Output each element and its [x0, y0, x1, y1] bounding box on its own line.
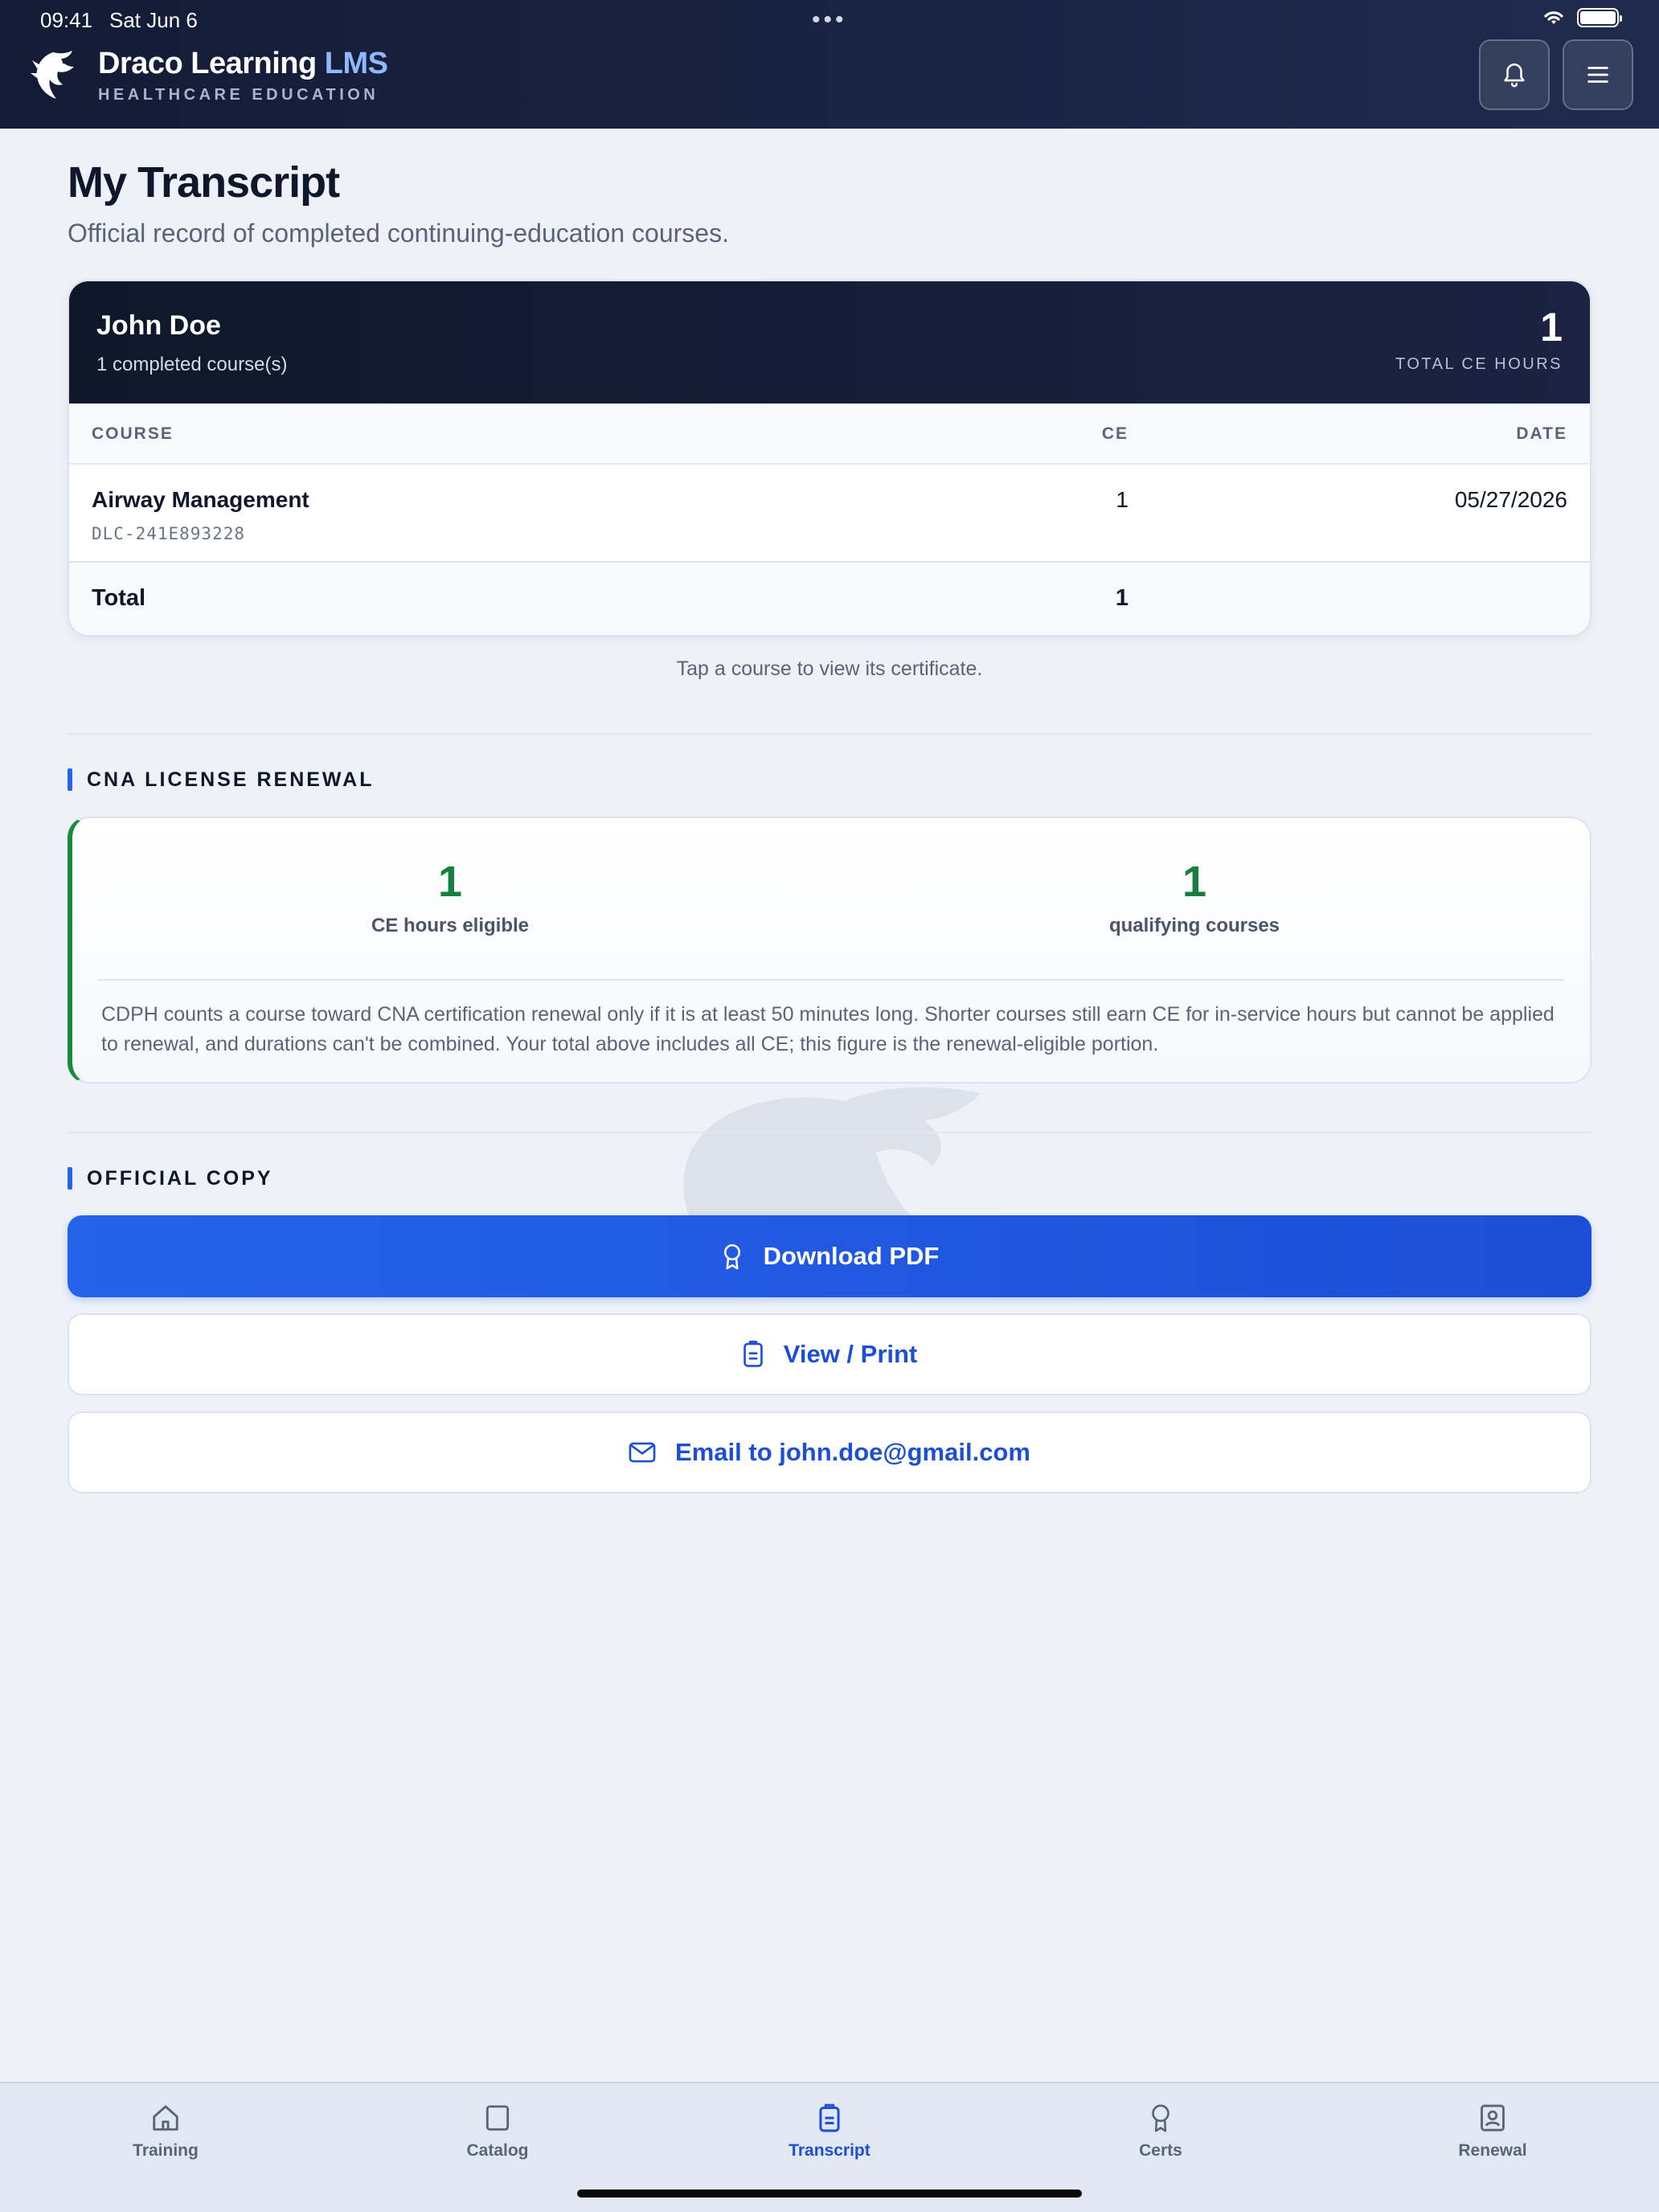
- bell-icon: [1504, 63, 1525, 88]
- email-label: Email to john.doe@gmail.com: [675, 1438, 1030, 1466]
- renewal-divider: [98, 979, 1564, 981]
- battery-icon: [1577, 8, 1622, 27]
- page-subtitle: Official record of completed continuing-…: [68, 219, 729, 248]
- view-print-button[interactable]: View / Print: [68, 1313, 1591, 1395]
- column-ce: CE: [1101, 424, 1129, 443]
- tab-certs[interactable]: Certs: [1080, 2103, 1241, 2161]
- certificate-hint: Tap a course to view its certificate.: [676, 657, 983, 680]
- notifications-button[interactable]: [1479, 39, 1550, 110]
- eligible-hours-value: 1: [437, 858, 463, 906]
- award-icon: [723, 1244, 740, 1270]
- course-date: 05/27/2026: [1454, 487, 1567, 512]
- total-value: 1: [1115, 585, 1129, 611]
- menu-icon: [1587, 67, 1608, 83]
- catalog-icon: [485, 2105, 510, 2131]
- clipboard-icon: [743, 1341, 763, 1367]
- completed-count: 1 completed course(s): [96, 354, 288, 375]
- total-ce-hours: 1: [1540, 305, 1563, 350]
- download-pdf-button[interactable]: Download PDF: [68, 1215, 1591, 1297]
- menu-button[interactable]: [1563, 39, 1633, 110]
- page-title: My Transcript: [68, 158, 340, 207]
- tab-label: Catalog: [466, 2141, 529, 2160]
- total-label: Total: [92, 585, 146, 611]
- email-button[interactable]: Email to john.doe@gmail.com: [68, 1411, 1591, 1493]
- mail-icon: [629, 1442, 656, 1463]
- tab-training[interactable]: Training: [85, 2103, 246, 2161]
- brand-tagline: HEALTHCARE EDUCATION: [98, 86, 379, 104]
- multitasking-dots-icon[interactable]: •••: [812, 6, 847, 34]
- course-ce: 1: [1116, 487, 1129, 512]
- tab-renewal[interactable]: Renewal: [1412, 2103, 1573, 2161]
- tab-label: Training: [133, 2141, 199, 2160]
- divider: [68, 733, 1591, 735]
- renewal-section-title: CNA LICENSE RENEWAL: [68, 768, 374, 792]
- status-indicators: [1542, 8, 1622, 27]
- tab-transcript[interactable]: Transcript: [749, 2103, 910, 2161]
- table-total-row: Total 1: [69, 563, 1590, 635]
- dragon-watermark-icon: [683, 1087, 981, 1222]
- qualifying-courses-value: 1: [1182, 858, 1207, 906]
- qualifying-courses-label: qualifying courses: [1108, 915, 1280, 936]
- student-name: John Doe: [96, 310, 221, 341]
- renewal-card: 1 CE hours eligible 1 qualifying courses…: [68, 817, 1591, 1083]
- wifi-icon: [1544, 11, 1563, 24]
- renewal-note: CDPH counts a course toward CNA certific…: [101, 1003, 1555, 1055]
- qualifying-courses-stat: 1 qualifying courses: [953, 857, 1436, 937]
- column-date: DATE: [1516, 424, 1567, 443]
- course-id: DLC-241E893228: [92, 524, 246, 543]
- transcript-card-header: John Doe 1 completed course(s) 1 TOTAL C…: [69, 281, 1590, 403]
- tab-label: Renewal: [1458, 2141, 1527, 2160]
- table-header: COURSE CE DATE: [69, 403, 1590, 465]
- total-ce-hours-label: TOTAL CE HOURS: [1395, 355, 1563, 373]
- status-date: Sat Jun 6: [109, 8, 198, 32]
- renewal-icon: [1481, 2104, 1505, 2132]
- table-row[interactable]: Airway Management DLC-241E893228 1 05/27…: [69, 465, 1590, 563]
- column-course: COURSE: [92, 424, 174, 443]
- official-copy-section-title: OFFICIAL COPY: [68, 1167, 273, 1190]
- brand[interactable]: Draco Learning LMS HEALTHCARE EDUCATION: [29, 47, 388, 104]
- tab-catalog[interactable]: Catalog: [417, 2103, 578, 2161]
- course-name: Airway Management: [92, 487, 309, 512]
- divider: [68, 1132, 1591, 1133]
- transcript-icon: [819, 2103, 840, 2132]
- dragon-logo: [31, 51, 74, 99]
- home-icon: [153, 2105, 178, 2131]
- tab-label: Certs: [1139, 2141, 1182, 2160]
- app-header: 09:41 Sat Jun 6 ••• Draco Learning LMS H…: [0, 0, 1659, 129]
- eligible-hours-label: CE hours eligible: [371, 915, 530, 936]
- home-indicator[interactable]: [577, 2189, 1082, 2198]
- view-print-label: View / Print: [783, 1340, 918, 1368]
- tab-label: Transcript: [789, 2141, 870, 2160]
- download-pdf-label: Download PDF: [763, 1242, 940, 1270]
- brand-title: Draco Learning LMS: [98, 47, 388, 80]
- status-time: 09:41: [40, 8, 93, 32]
- award-icon: [1152, 2104, 1169, 2132]
- eligible-hours-stat: 1 CE hours eligible: [209, 857, 691, 937]
- transcript-card: John Doe 1 completed course(s) 1 TOTAL C…: [68, 280, 1591, 637]
